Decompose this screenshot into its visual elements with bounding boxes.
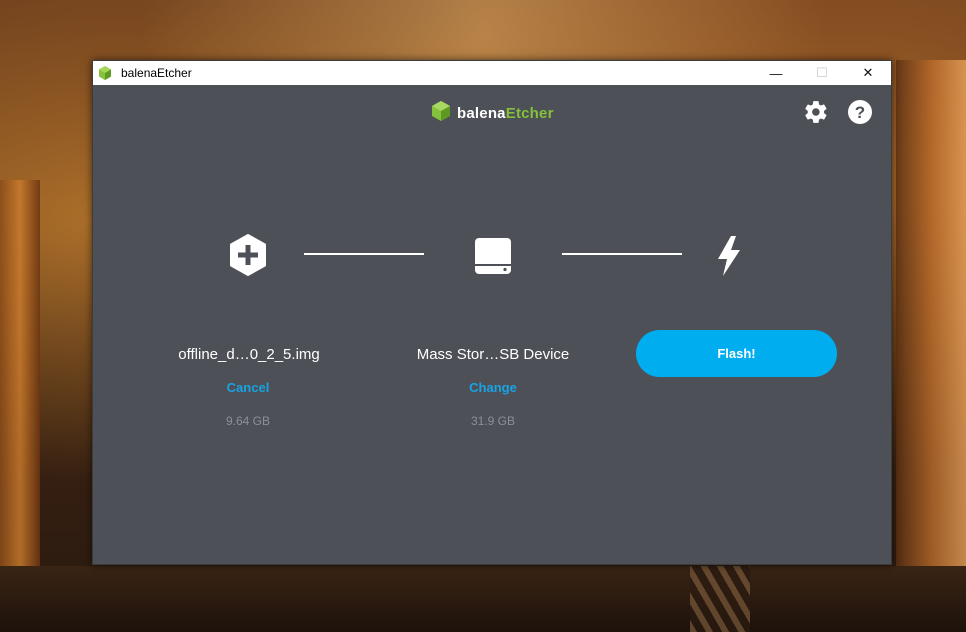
app-content: balenaEtcher ? offline_d…0_2_5.img Cance… <box>93 85 891 564</box>
selected-drive-name: Mass Stor…SB Device <box>416 346 570 363</box>
etcher-window: balenaEtcher — ☐ ✕ balenaEtcher ? offlin… <box>92 60 892 565</box>
image-size: 9.64 GB <box>225 414 271 428</box>
etcher-logo: balenaEtcher <box>431 100 554 127</box>
desktop-wallpaper-right <box>896 60 966 600</box>
cancel-image-link[interactable]: Cancel <box>198 380 298 395</box>
desktop-wallpaper-floor <box>0 566 966 632</box>
logo-text: balenaEtcher <box>457 105 554 122</box>
gear-icon[interactable] <box>803 99 829 125</box>
drive-size: 31.9 GB <box>470 414 516 428</box>
help-icon[interactable]: ? <box>847 99 873 125</box>
svg-text:?: ? <box>855 103 865 122</box>
window-title: balenaEtcher <box>121 66 192 80</box>
desktop-wallpaper-left <box>0 180 40 600</box>
step-connector-1 <box>304 253 424 255</box>
close-button[interactable]: ✕ <box>845 61 891 85</box>
title-bar[interactable]: balenaEtcher — ☐ ✕ <box>93 61 891 85</box>
etcher-app-icon <box>97 65 113 81</box>
plus-hexagon-icon[interactable] <box>227 234 269 276</box>
maximize-button[interactable]: ☐ <box>799 61 845 85</box>
flash-button[interactable]: Flash! <box>636 330 837 377</box>
selected-image-name: offline_d…0_2_5.img <box>178 346 320 363</box>
lightning-icon <box>713 234 745 278</box>
step-connector-2 <box>562 253 682 255</box>
logo-cube-icon <box>431 100 451 127</box>
minimize-button[interactable]: — <box>753 61 799 85</box>
desktop-wallpaper-stripe <box>690 566 750 632</box>
change-drive-link[interactable]: Change <box>443 380 543 395</box>
drive-icon[interactable] <box>472 236 514 276</box>
